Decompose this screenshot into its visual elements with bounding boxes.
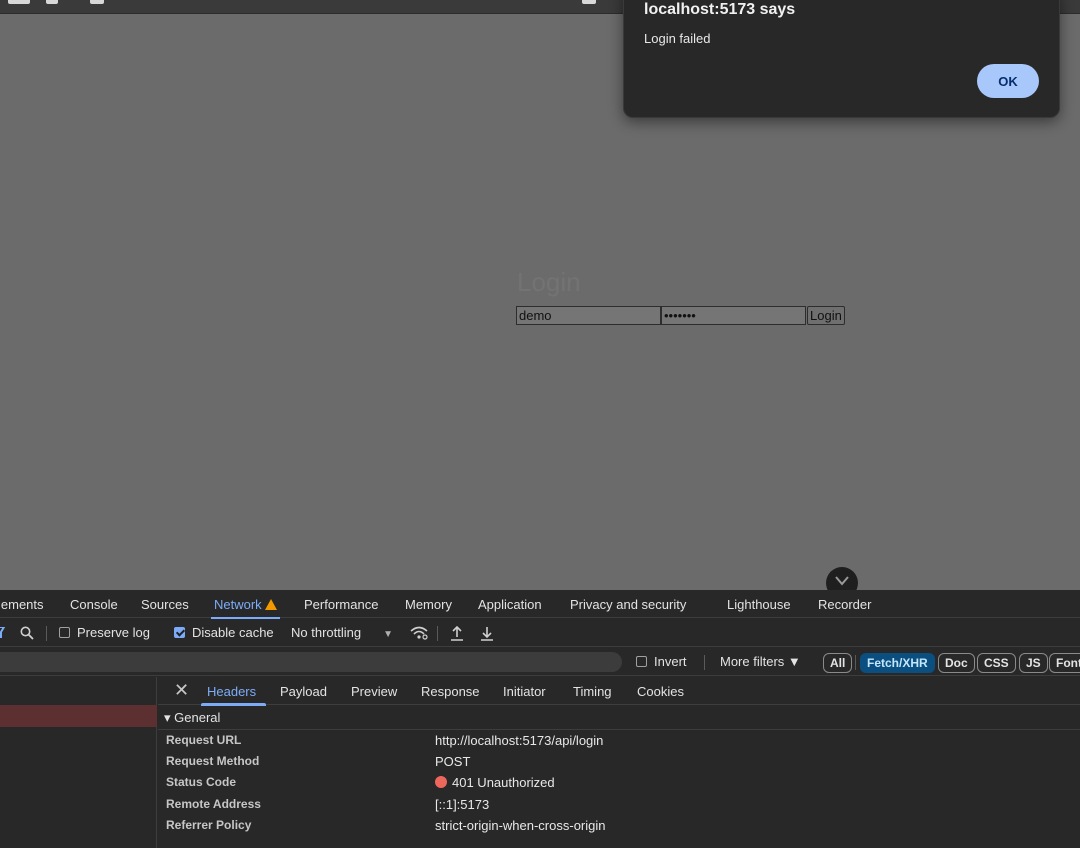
dialog-ok-button[interactable]: OK xyxy=(977,64,1039,98)
toolbar-separator xyxy=(437,626,438,641)
header-row: Referrer Policy strict-origin-when-cross… xyxy=(158,815,1080,836)
disable-cache-label: Disable cache xyxy=(192,625,274,640)
request-list xyxy=(0,677,157,848)
disable-cache-checkbox[interactable]: Disable cache xyxy=(174,619,274,647)
header-row: Request Method POST xyxy=(158,751,1080,772)
header-value: strict-origin-when-cross-origin xyxy=(435,818,606,833)
toolbar-icon-fragment[interactable] xyxy=(46,0,58,4)
password-input[interactable] xyxy=(661,306,806,325)
dropdown-arrow-icon: ▼ xyxy=(383,629,393,640)
preserve-log-checkbox[interactable]: Preserve log xyxy=(59,619,150,647)
header-key: Referrer Policy xyxy=(166,818,252,832)
upload-icon[interactable] xyxy=(450,626,464,641)
more-filters-dropdown[interactable]: More filters ▼ xyxy=(720,648,801,676)
tab-network[interactable]: Network xyxy=(211,590,280,619)
header-key: Request Method xyxy=(166,754,260,768)
filter-chip-font[interactable]: Font xyxy=(1049,653,1080,673)
filter-chip-css[interactable]: CSS xyxy=(977,653,1016,673)
status-error-dot-icon xyxy=(435,776,447,788)
download-icon[interactable] xyxy=(480,626,494,641)
tab-lighthouse[interactable]: Lighthouse xyxy=(727,590,791,618)
tab-initiator[interactable]: Initiator xyxy=(503,677,546,705)
checkbox-checked-icon xyxy=(174,627,185,638)
tab-elements[interactable]: lements xyxy=(0,590,44,618)
header-row: Status Code 401 Unauthorized xyxy=(158,772,1080,793)
header-value: [::1]:5173 xyxy=(435,797,490,812)
dialog-message: Login failed xyxy=(644,31,711,46)
tab-memory[interactable]: Memory xyxy=(405,590,452,618)
header-row: Remote Address [::1]:5173 xyxy=(158,794,1080,815)
network-filterbar: Invert More filters ▼ All Fetch/XHR Doc … xyxy=(0,648,1080,676)
filter-chip-js[interactable]: JS xyxy=(1019,653,1048,673)
tab-preview[interactable]: Preview xyxy=(351,677,397,705)
toolbar-button-fragment[interactable] xyxy=(8,0,30,4)
tab-application[interactable]: Application xyxy=(478,590,542,618)
network-toolbar: Preserve log Disable cache No throttling… xyxy=(0,619,1080,647)
header-value: http://localhost:5173/api/login xyxy=(435,733,604,748)
throttling-value: No throttling xyxy=(291,625,362,640)
filter-separator xyxy=(704,655,705,670)
tab-cookies[interactable]: Cookies xyxy=(637,677,684,705)
tab-network-label: Network xyxy=(214,597,262,612)
login-submit-button[interactable]: Login xyxy=(807,306,845,325)
invert-checkbox[interactable]: Invert xyxy=(636,648,687,676)
tab-performance[interactable]: Performance xyxy=(304,590,378,618)
details-tabbar: ✕ Headers Payload Preview Response Initi… xyxy=(158,677,1080,706)
filter-input[interactable] xyxy=(0,652,622,672)
header-row: Request URL http://localhost:5173/api/lo… xyxy=(158,730,1080,751)
login-heading: Login xyxy=(517,267,581,297)
tab-response[interactable]: Response xyxy=(421,677,480,705)
alert-dialog: localhost:5173 says Login failed OK xyxy=(623,0,1060,118)
filter-chip-doc[interactable]: Doc xyxy=(938,653,975,673)
toolbar-separator xyxy=(46,626,47,641)
warning-icon xyxy=(264,599,277,610)
request-row-selected[interactable] xyxy=(0,705,157,727)
tab-payload[interactable]: Payload xyxy=(280,677,327,705)
invert-label: Invert xyxy=(654,654,687,669)
checkbox-unchecked-icon xyxy=(636,656,647,667)
filter-chip-all[interactable]: All xyxy=(823,653,853,673)
tab-headers[interactable]: Headers xyxy=(200,677,267,706)
preserve-log-label: Preserve log xyxy=(77,625,150,640)
checkbox-unchecked-icon xyxy=(59,627,70,638)
tab-console[interactable]: Console xyxy=(70,590,118,618)
network-conditions-icon[interactable] xyxy=(410,625,428,641)
general-section-header[interactable]: ▾ General xyxy=(158,706,1080,730)
tab-timing[interactable]: Timing xyxy=(573,677,612,705)
tab-sources[interactable]: Sources xyxy=(141,590,189,618)
header-key: Status Code xyxy=(166,775,237,789)
close-icon[interactable]: ✕ xyxy=(174,677,189,705)
extension-icon[interactable] xyxy=(582,0,596,4)
dialog-title: localhost:5173 says xyxy=(644,1,796,18)
filter-chip-fetch-xhr[interactable]: Fetch/XHR xyxy=(860,653,935,673)
chevron-down-glyph xyxy=(835,576,849,586)
screen: Login Login localhost:5173 says Login fa… xyxy=(0,0,1080,848)
login-form: Login xyxy=(516,306,845,325)
header-key: Remote Address xyxy=(166,797,261,811)
request-details: ✕ Headers Payload Preview Response Initi… xyxy=(158,677,1080,848)
filter-separator xyxy=(855,655,856,670)
header-value: POST xyxy=(435,754,471,769)
search-icon[interactable] xyxy=(20,626,34,640)
filter-funnel-icon[interactable] xyxy=(0,627,6,639)
header-key: Request URL xyxy=(166,733,242,747)
status-value: 401 Unauthorized xyxy=(435,772,555,793)
tab-privacy-security[interactable]: Privacy and security xyxy=(570,590,686,618)
page-info-icon[interactable] xyxy=(90,0,104,4)
devtools-panel: lements Console Sources Network Performa… xyxy=(0,590,1080,848)
username-input[interactable] xyxy=(516,306,661,325)
throttling-select[interactable]: No throttling ▼ xyxy=(291,619,393,647)
tab-recorder[interactable]: Recorder xyxy=(818,590,871,618)
devtools-tabbar: lements Console Sources Network Performa… xyxy=(0,590,1080,619)
status-code-text: 401 Unauthorized xyxy=(452,775,555,790)
